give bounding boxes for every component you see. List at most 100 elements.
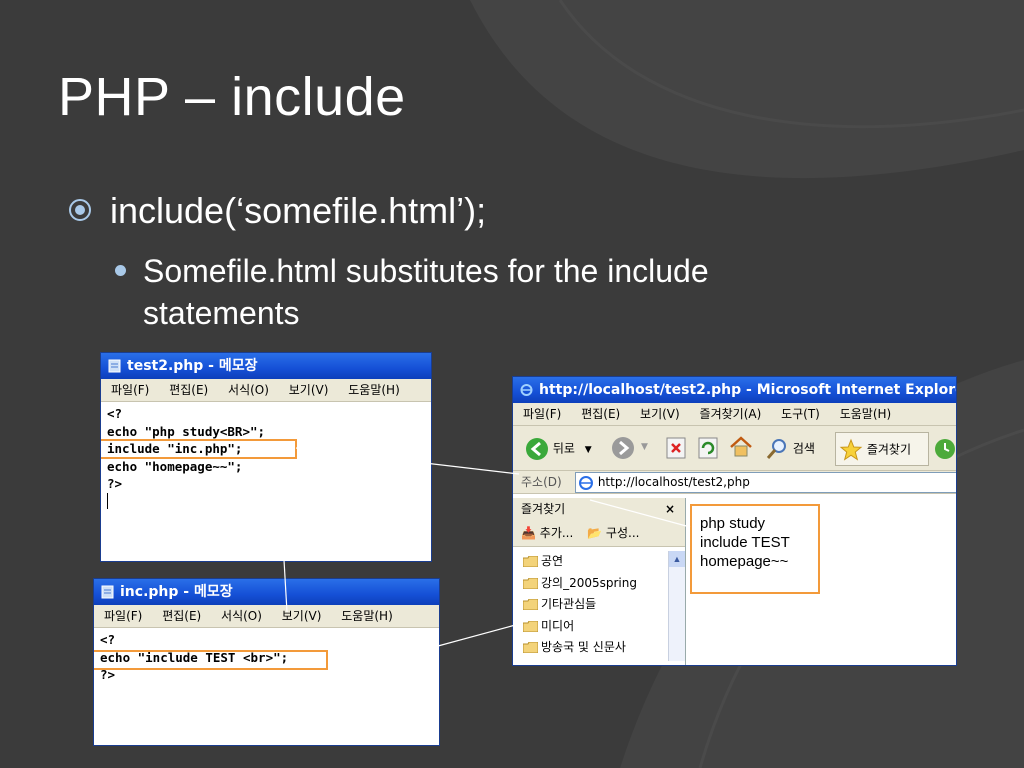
favorites-panel: 즐겨찾기 × 📥 추가... 📂 구성... 공연 강의_2005spring … xyxy=(513,498,686,665)
address-value: http://localhost/test2,php xyxy=(597,475,750,489)
folder-icon xyxy=(523,642,538,653)
ie-page-icon xyxy=(579,475,593,490)
search-label: 검색 xyxy=(792,441,815,456)
menu-view[interactable]: 보기(V) xyxy=(640,407,680,421)
code-line: <? xyxy=(100,632,116,647)
stop-icon[interactable] xyxy=(665,437,687,459)
back-arrow-icon xyxy=(526,437,548,460)
folder-item[interactable]: 공연 xyxy=(513,551,685,573)
notepad-icon xyxy=(108,359,121,373)
back-label: 뒤로 xyxy=(552,441,575,456)
ie-browser-window: http://localhost/test2.php - Microsoft I… xyxy=(512,376,957,666)
folder-icon xyxy=(523,556,538,567)
search-button[interactable]: 검색 xyxy=(765,436,815,460)
code-line: echo "php study<BR>"; xyxy=(107,423,266,439)
menu-help[interactable]: 도움말(H) xyxy=(341,609,393,623)
notepad-titlebar[interactable]: test2.php - 메모장 xyxy=(101,353,431,379)
folder-item[interactable]: 기타관심들 xyxy=(513,594,685,616)
add-favorite-button[interactable]: 📥 추가... xyxy=(521,526,573,540)
notepad-icon xyxy=(101,585,114,599)
dot-bullet-icon xyxy=(115,265,126,276)
slide-title: PHP – include xyxy=(58,67,406,127)
menu-edit[interactable]: 편집(E) xyxy=(169,383,208,397)
echo-highlight-box xyxy=(94,650,328,670)
notepad-window-test2: test2.php - 메모장 파일(F) 편집(E) 서식(O) 보기(V) … xyxy=(100,352,432,562)
page-output: php study include TEST homepage~~ xyxy=(700,514,790,571)
ie-toolbar: 뒤로 ▼ ▼ 검색 즐겨찾기 xyxy=(513,426,956,471)
folder-label: 공연 xyxy=(541,554,564,568)
output-line: homepage~~ xyxy=(700,553,789,570)
favorites-button[interactable]: 즐겨찾기 xyxy=(835,432,929,466)
favorites-actions: 📥 추가... 📂 구성... xyxy=(513,520,685,547)
home-icon[interactable] xyxy=(729,436,753,458)
notepad-title: test2.php - 메모장 xyxy=(127,358,258,374)
ie-titlebar[interactable]: http://localhost/test2.php - Microsoft I… xyxy=(513,377,956,403)
folder-icon xyxy=(523,577,538,589)
notepad-menubar: 파일(F) 편집(E) 서식(O) 보기(V) 도움말(H) xyxy=(94,605,439,628)
search-icon xyxy=(766,438,786,459)
code-line: echo "homepage~~"; xyxy=(107,458,243,474)
ie-logo-icon xyxy=(520,384,533,396)
menu-view[interactable]: 보기(V) xyxy=(289,383,329,397)
organize-favorites-button[interactable]: 📂 구성... xyxy=(587,526,639,540)
folder-label: 강의_2005spring xyxy=(541,575,637,590)
folder-label: 방송국 및 신문사 xyxy=(541,640,626,654)
bullet-level1-text: include(‘somefile.html’); xyxy=(110,190,487,231)
folder-icon xyxy=(523,599,538,610)
address-input[interactable]: http://localhost/test2,php xyxy=(575,472,956,493)
star-icon xyxy=(839,438,863,461)
menu-file[interactable]: 파일(F) xyxy=(111,383,149,397)
menu-help[interactable]: 도움말(H) xyxy=(840,407,892,421)
folder-label: 미디어 xyxy=(541,618,575,633)
address-bar: 주소(D) http://localhost/test2,php xyxy=(513,471,956,494)
add-icon: 📥 xyxy=(521,526,536,540)
folder-item[interactable]: 미디어 xyxy=(513,616,685,638)
folder-icon xyxy=(523,620,538,632)
folder-list: 공연 강의_2005spring 기타관심들 미디어 방송국 및 신문사 ▲ xyxy=(513,547,685,661)
menu-favorites[interactable]: 즐겨찾기(A) xyxy=(700,407,762,421)
text-cursor xyxy=(107,492,108,509)
favorites-panel-header: 즐겨찾기 × xyxy=(513,498,685,520)
forward-arrow-icon xyxy=(612,437,634,459)
folder-scrollbar[interactable]: ▲ xyxy=(668,551,685,661)
ie-menubar: 파일(F) 편집(E) 보기(V) 즐겨찾기(A) 도구(T) 도움말(H) xyxy=(513,403,956,426)
folder-item[interactable]: 강의_2005spring xyxy=(513,573,685,595)
add-label: 추가... xyxy=(539,526,574,540)
menu-format[interactable]: 서식(O) xyxy=(228,383,269,397)
folder-label: 기타관심들 xyxy=(541,597,597,611)
code-line: ?> xyxy=(107,476,123,491)
history-icon[interactable] xyxy=(933,437,957,461)
menu-edit[interactable]: 편집(E) xyxy=(162,609,201,623)
favorites-label: 즐겨찾기 xyxy=(866,442,911,457)
bullet-level2-text: Somefile.html substitutes for the includ… xyxy=(143,253,709,331)
organize-icon: 📂 xyxy=(587,526,603,540)
close-icon[interactable]: × xyxy=(665,498,675,520)
forward-dropdown-icon[interactable]: ▼ xyxy=(641,442,648,452)
address-label: 주소(D) xyxy=(521,475,562,489)
output-line: include TEST xyxy=(700,534,790,551)
scroll-up-icon[interactable]: ▲ xyxy=(669,551,685,567)
back-dropdown-icon[interactable]: ▼ xyxy=(585,445,592,455)
menu-edit[interactable]: 편집(E) xyxy=(581,407,620,421)
forward-button[interactable] xyxy=(611,436,635,463)
organize-label: 구성... xyxy=(605,526,640,540)
favorites-panel-title: 즐겨찾기 xyxy=(521,502,566,516)
menu-format[interactable]: 서식(O) xyxy=(221,609,262,623)
menu-file[interactable]: 파일(F) xyxy=(523,407,561,421)
notepad-window-inc: inc.php - 메모장 파일(F) 편집(E) 서식(O) 보기(V) 도움… xyxy=(93,578,440,746)
folder-item[interactable]: 방송국 및 신문사 xyxy=(513,637,685,659)
menu-file[interactable]: 파일(F) xyxy=(104,609,142,623)
menu-view[interactable]: 보기(V) xyxy=(282,609,322,623)
notepad-menubar: 파일(F) 편집(E) 서식(O) 보기(V) 도움말(H) xyxy=(101,379,431,402)
notepad-title: inc.php - 메모장 xyxy=(120,584,233,600)
refresh-icon[interactable] xyxy=(697,437,719,459)
back-button[interactable]: 뒤로 ▼ xyxy=(525,436,592,460)
notepad-titlebar[interactable]: inc.php - 메모장 xyxy=(94,579,439,605)
menu-help[interactable]: 도움말(H) xyxy=(348,383,400,397)
page-content: php study include TEST homepage~~ xyxy=(688,498,956,665)
include-highlight-box xyxy=(101,439,297,459)
ie-title: http://localhost/test2.php - Microsoft I… xyxy=(539,382,957,398)
output-line: php study xyxy=(700,515,766,532)
menu-tools[interactable]: 도구(T) xyxy=(781,407,820,421)
circle-bullet-icon xyxy=(69,199,91,221)
